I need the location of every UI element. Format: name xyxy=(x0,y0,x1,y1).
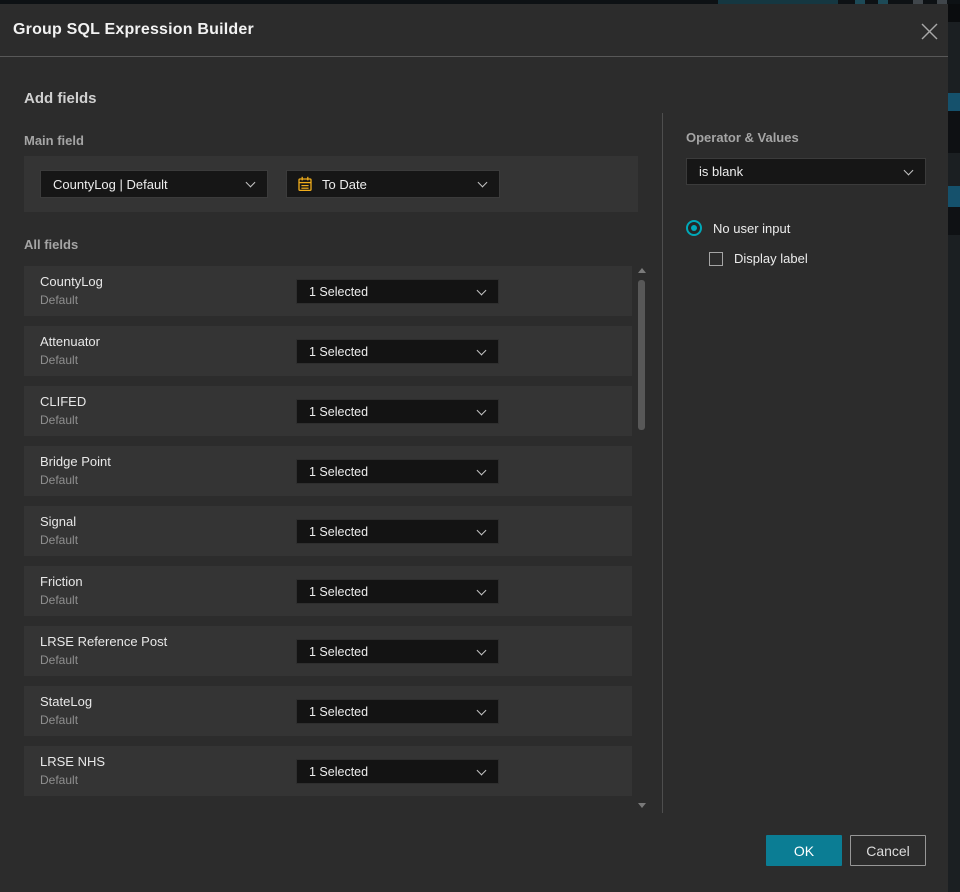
chevron-down-icon xyxy=(476,585,487,595)
calendar-icon xyxy=(297,176,313,192)
field-values-select[interactable]: 1 Selected xyxy=(296,339,499,364)
close-button[interactable] xyxy=(916,18,942,44)
field-subtitle: Default xyxy=(40,773,79,787)
radio-selected-icon xyxy=(686,220,702,236)
field-row: LRSE Reference Post Default 1 Selected xyxy=(24,626,632,676)
field-row: CountyLog Default 1 Selected xyxy=(24,266,632,316)
select-value: 1 Selected xyxy=(309,524,369,539)
dialog-title: Group SQL Expression Builder xyxy=(13,21,254,38)
chevron-down-icon xyxy=(476,285,487,295)
field-row: Bridge Point Default 1 Selected xyxy=(24,446,632,496)
chevron-down-icon xyxy=(476,405,487,415)
field-name: CountyLog xyxy=(40,274,103,289)
select-value: CountyLog | Default xyxy=(53,176,168,192)
date-type-select[interactable]: To Date xyxy=(286,170,500,198)
background-fragment xyxy=(948,4,960,22)
field-subtitle: Default xyxy=(40,293,79,307)
select-value: 1 Selected xyxy=(309,404,369,419)
field-name: Friction xyxy=(40,574,83,589)
field-subtitle: Default xyxy=(40,593,79,607)
checkbox-label: Display label xyxy=(734,251,808,266)
chevron-down-icon xyxy=(476,345,487,355)
select-value: 1 Selected xyxy=(309,464,369,479)
scroll-down-icon[interactable] xyxy=(638,803,646,808)
field-values-select[interactable]: 1 Selected xyxy=(296,759,499,784)
field-values-select[interactable]: 1 Selected xyxy=(296,639,499,664)
background-fragment xyxy=(948,93,960,111)
field-name: LRSE NHS xyxy=(40,754,106,769)
field-values-select[interactable]: 1 Selected xyxy=(296,459,499,484)
radio-label: No user input xyxy=(713,220,791,236)
select-value: 1 Selected xyxy=(309,284,369,299)
checkbox-unchecked-icon xyxy=(709,251,723,266)
select-value: 1 Selected xyxy=(309,644,369,659)
chevron-down-icon xyxy=(476,765,487,775)
chevron-down-icon xyxy=(476,465,487,475)
field-subtitle: Default xyxy=(40,653,79,667)
select-value: 1 Selected xyxy=(309,704,369,719)
field-subtitle: Default xyxy=(40,413,79,427)
field-name: Signal xyxy=(40,514,77,529)
group-sql-expression-builder-dialog: Group SQL Expression Builder Add fields … xyxy=(0,4,948,892)
field-subtitle: Default xyxy=(40,353,79,367)
main-field-panel: CountyLog | Default To Date xyxy=(24,156,638,212)
field-name: StateLog xyxy=(40,694,93,709)
chevron-down-icon xyxy=(477,177,488,188)
background-fragment xyxy=(948,207,960,235)
scrollbar-thumb[interactable] xyxy=(638,280,645,430)
fields-scrollbar[interactable] xyxy=(636,266,648,810)
scroll-up-icon[interactable] xyxy=(638,268,646,273)
panel-divider xyxy=(662,113,663,813)
chevron-down-icon xyxy=(476,705,487,715)
select-value: 1 Selected xyxy=(309,584,369,599)
select-value: is blank xyxy=(699,164,744,179)
select-value: To Date xyxy=(322,176,367,192)
operator-values-label: Operator & Values xyxy=(686,130,799,145)
main-field-label: Main field xyxy=(24,133,84,148)
field-row: Friction Default 1 Selected xyxy=(24,566,632,616)
select-value: 1 Selected xyxy=(309,344,369,359)
all-fields-label: All fields xyxy=(24,237,79,252)
live-view-label: Live view xyxy=(739,0,788,1)
field-row: CLIFED Default 1 Selected xyxy=(24,386,632,436)
close-icon xyxy=(921,23,937,39)
field-values-select[interactable]: 1 Selected xyxy=(296,519,499,544)
field-name: Attenuator xyxy=(40,334,100,349)
display-label-checkbox[interactable]: Display label xyxy=(709,251,808,266)
background-app-edge xyxy=(948,4,960,892)
operator-select[interactable]: is blank xyxy=(686,158,926,185)
background-fragment xyxy=(948,186,960,207)
select-value: 1 Selected xyxy=(309,764,369,779)
dialog-header: Group SQL Expression Builder xyxy=(0,4,948,57)
field-values-select[interactable]: 1 Selected xyxy=(296,699,499,724)
add-fields-heading: Add fields xyxy=(24,90,97,107)
field-row: Attenuator Default 1 Selected xyxy=(24,326,632,376)
field-name: CLIFED xyxy=(40,394,87,409)
field-row: StateLog Default 1 Selected xyxy=(24,686,632,736)
no-user-input-radio[interactable]: No user input xyxy=(686,220,790,236)
field-row: LRSE NHS Default 1 Selected xyxy=(24,746,632,796)
field-subtitle: Default xyxy=(40,473,79,487)
field-name: LRSE Reference Post xyxy=(40,634,168,649)
field-name: Bridge Point xyxy=(40,454,111,469)
ok-button[interactable]: OK xyxy=(766,835,842,866)
chevron-down-icon xyxy=(903,165,914,175)
field-values-select[interactable]: 1 Selected xyxy=(296,399,499,424)
field-values-select[interactable]: 1 Selected xyxy=(296,279,499,304)
field-row: Signal Default 1 Selected xyxy=(24,506,632,556)
chevron-down-icon xyxy=(476,525,487,535)
background-fragment xyxy=(948,111,960,153)
cancel-button[interactable]: Cancel xyxy=(850,835,926,866)
field-subtitle: Default xyxy=(40,713,79,727)
chevron-down-icon xyxy=(476,645,487,655)
field-values-select[interactable]: 1 Selected xyxy=(296,579,499,604)
main-field-select[interactable]: CountyLog | Default xyxy=(40,170,268,198)
field-subtitle: Default xyxy=(40,533,79,547)
chevron-down-icon xyxy=(245,177,256,188)
